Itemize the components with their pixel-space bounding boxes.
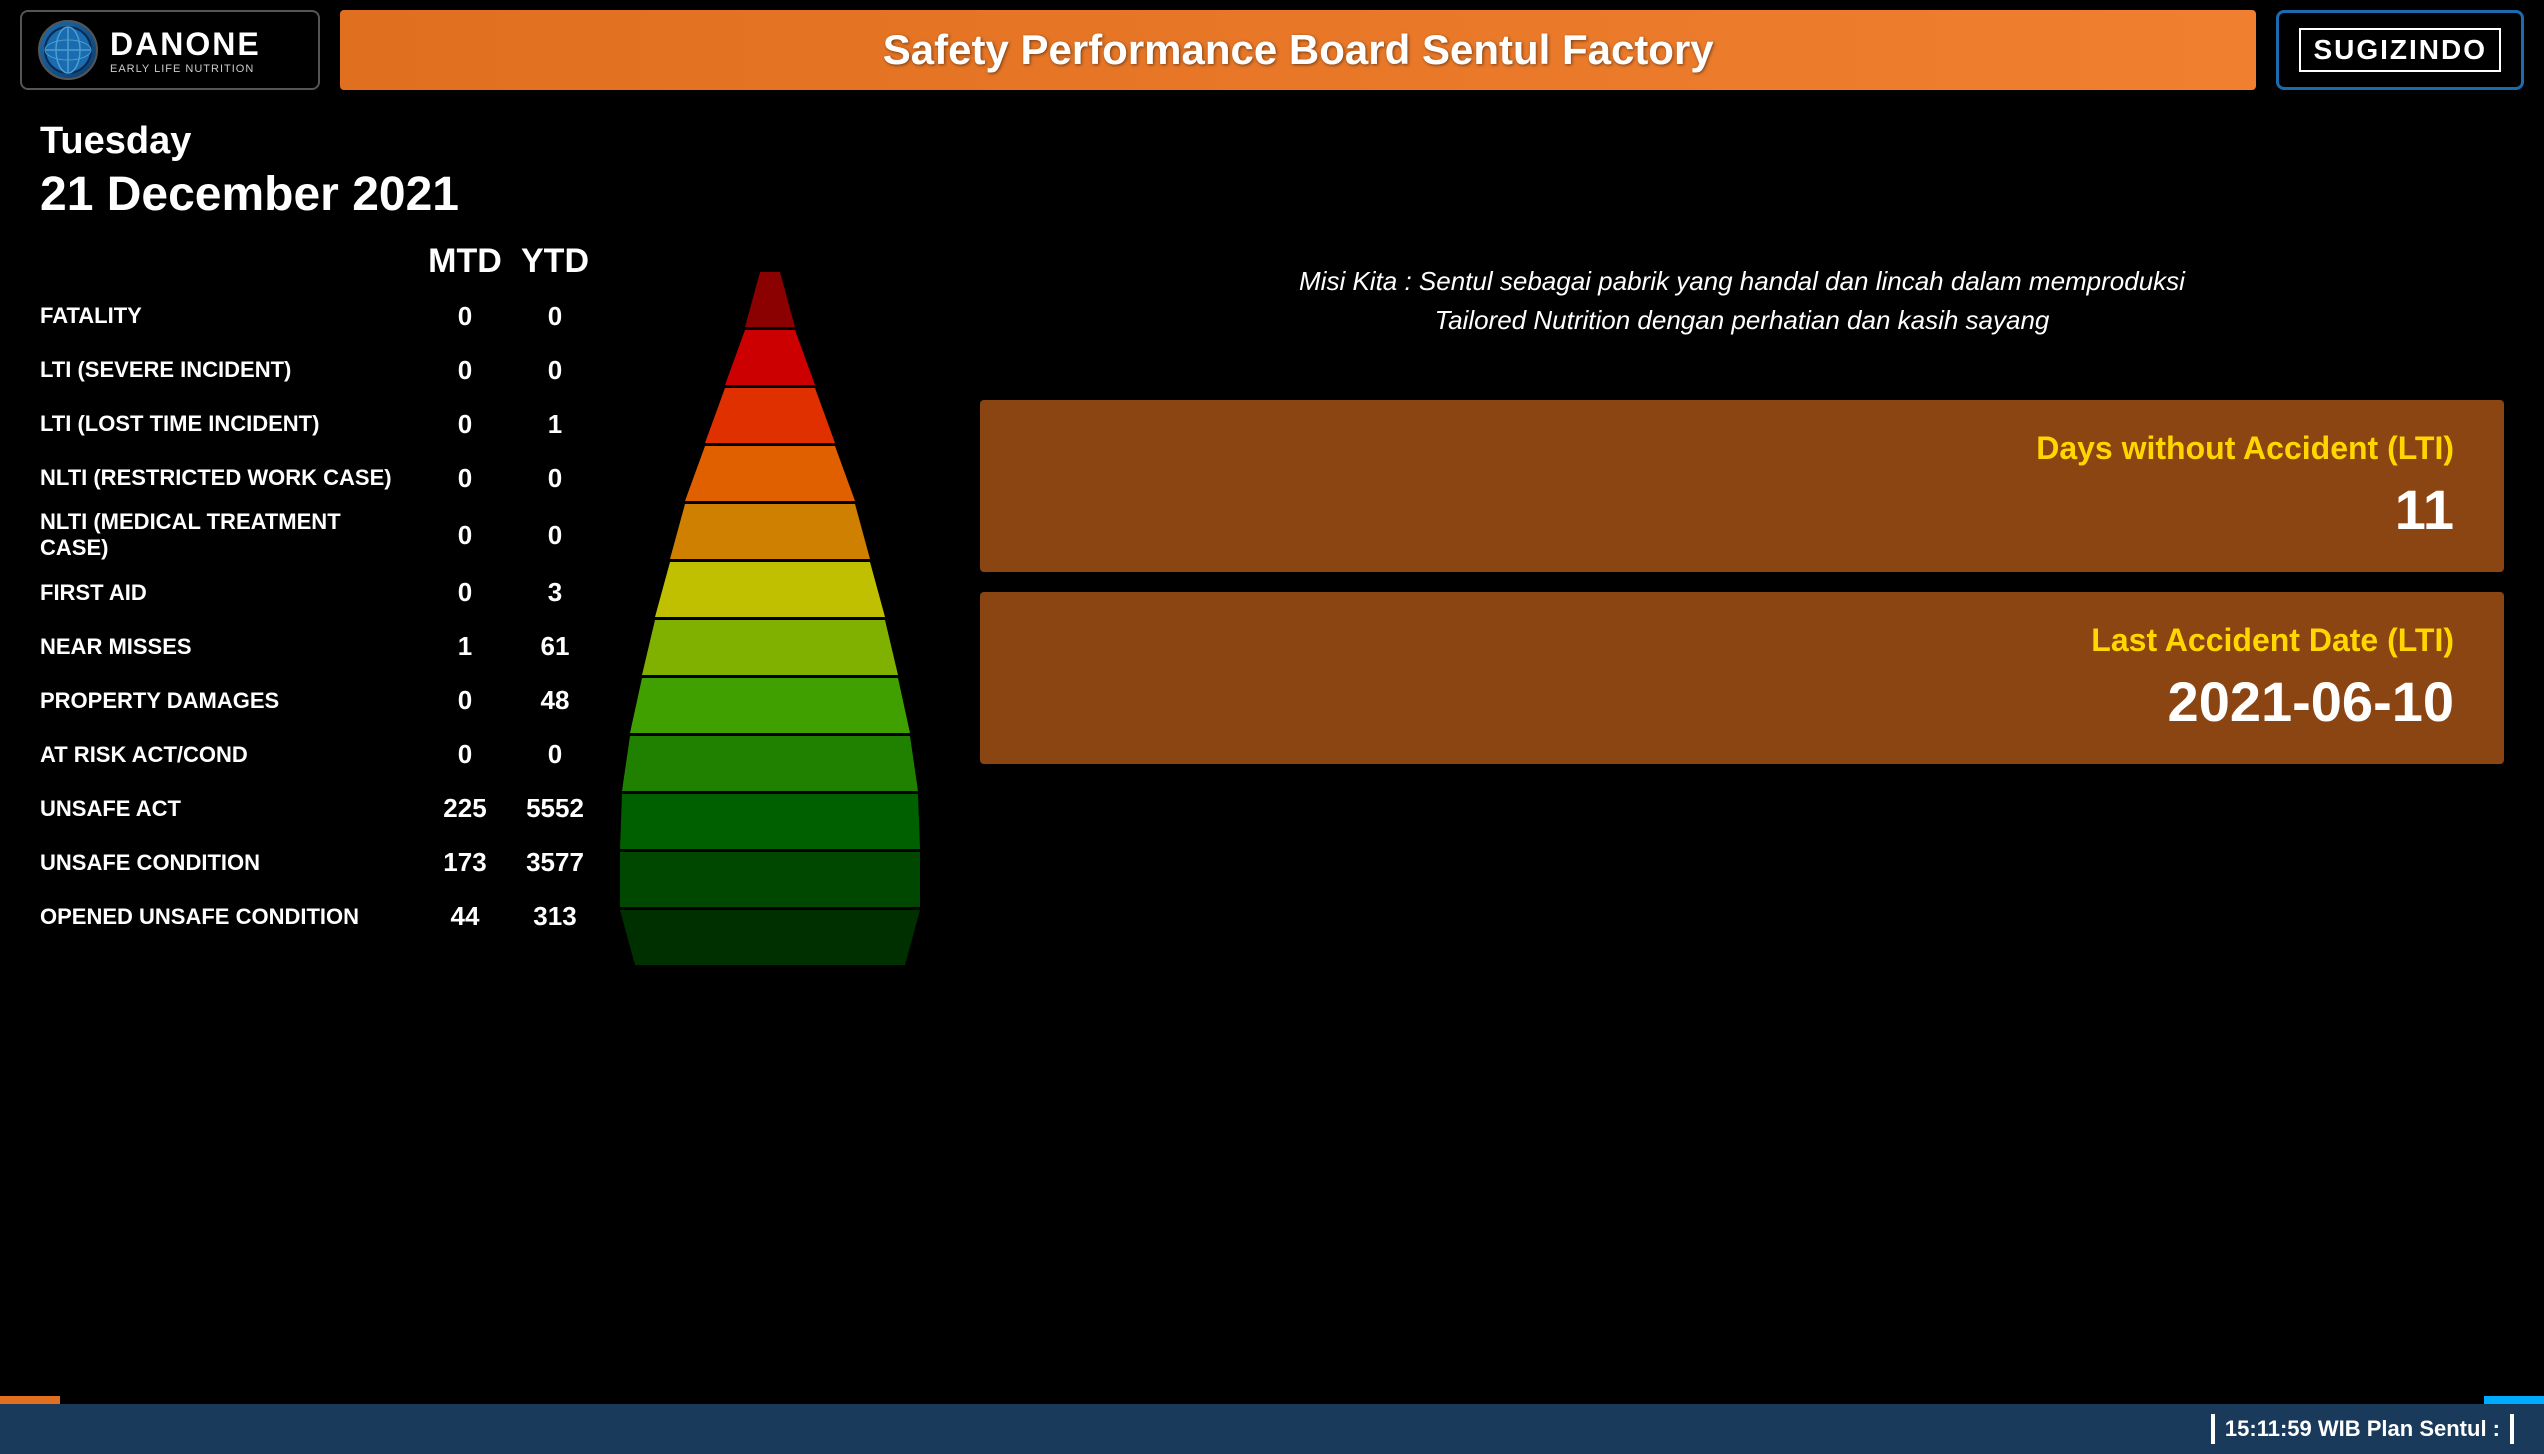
table-row: FIRST AID 0 3 (40, 566, 600, 620)
days-value: 11 (1030, 477, 2454, 542)
row-label: UNSAFE CONDITION (40, 850, 420, 876)
danone-subtitle: EARLY LIFE NUTRITION (110, 63, 261, 75)
row-mtd: 173 (420, 847, 510, 878)
row-ytd: 1 (510, 409, 600, 440)
stats-table: MTD YTD FATALITY 0 0 LTI (SEVERE INCIDEN… (40, 242, 600, 1396)
row-mtd: 1 (420, 631, 510, 662)
row-label: FIRST AID (40, 580, 420, 606)
row-ytd: 0 (510, 739, 600, 770)
last-acc-value: 2021-06-10 (1030, 669, 2454, 734)
row-ytd: 3577 (510, 847, 600, 878)
row-ytd: 61 (510, 631, 600, 662)
mission-text: Misi Kita : Sentul sebagai pabrik yang h… (980, 262, 2504, 340)
row-ytd: 313 (510, 901, 600, 932)
row-label: FATALITY (40, 303, 420, 329)
days-without-accident-card: Days without Accident (LTI) 11 (980, 400, 2504, 572)
page-title: Safety Performance Board Sentul Factory (883, 26, 1714, 74)
footer-time: 15:11:59 WIB Plan Sentul : (2225, 1416, 2500, 1442)
row-ytd: 0 (510, 355, 600, 386)
footer-divider-right (2510, 1414, 2514, 1444)
days-title: Days without Accident (LTI) (1030, 430, 2454, 467)
sugizindo-logo: SUGIZINDO (2276, 10, 2524, 90)
row-label: PROPERTY DAMAGES (40, 688, 420, 714)
table-row: PROPERTY DAMAGES 0 48 (40, 674, 600, 728)
page-title-banner: Safety Performance Board Sentul Factory (340, 10, 2256, 90)
row-label: NEAR MISSES (40, 634, 420, 660)
pyramid-chart (620, 272, 920, 1012)
row-ytd: 0 (510, 463, 600, 494)
stats-rows: FATALITY 0 0 LTI (SEVERE INCIDENT) 0 0 L… (40, 289, 600, 944)
row-label: OPENED UNSAFE CONDITION (40, 904, 420, 930)
danone-logo-text: DANONE EARLY LIFE NUTRITION (110, 26, 261, 75)
row-label: UNSAFE ACT (40, 796, 420, 822)
globe-icon (38, 20, 98, 80)
last-accident-card: Last Accident Date (LTI) 2021-06-10 (980, 592, 2504, 764)
right-section: Misi Kita : Sentul sebagai pabrik yang h… (940, 242, 2504, 1396)
date-section: Tuesday 21 December 2021 (0, 100, 2544, 232)
mission-line2: Tailored Nutrition dengan perhatian dan … (980, 301, 2504, 340)
table-row: AT RISK ACT/COND 0 0 (40, 728, 600, 782)
table-row: OPENED UNSAFE CONDITION 44 313 (40, 890, 600, 944)
row-mtd: 0 (420, 301, 510, 332)
row-mtd: 225 (420, 793, 510, 824)
day-of-week: Tuesday (40, 120, 2504, 163)
sugizindo-brand: SUGIZINDO (2299, 28, 2501, 72)
row-ytd: 5552 (510, 793, 600, 824)
row-label: LTI (LOST TIME INCIDENT) (40, 411, 420, 437)
col-mtd-header: MTD (420, 242, 510, 281)
row-label: NLTI (MEDICAL TREATMENT CASE) (40, 509, 420, 562)
row-ytd: 0 (510, 301, 600, 332)
row-mtd: 0 (420, 685, 510, 716)
full-date: 21 December 2021 (40, 167, 2504, 222)
table-row: UNSAFE ACT 225 5552 (40, 782, 600, 836)
main-content: MTD YTD FATALITY 0 0 LTI (SEVERE INCIDEN… (0, 232, 2544, 1406)
bottom-accent-right (2484, 1396, 2544, 1404)
pyramid-section (600, 242, 940, 1396)
stats-header: MTD YTD (50, 242, 600, 281)
bottom-accent-left (0, 1396, 60, 1404)
danone-brand: DANONE (110, 26, 261, 63)
row-label: LTI (SEVERE INCIDENT) (40, 357, 420, 383)
danone-logo: DANONE EARLY LIFE NUTRITION (20, 10, 320, 90)
table-row: NLTI (MEDICAL TREATMENT CASE) 0 0 (40, 505, 600, 566)
row-mtd: 44 (420, 901, 510, 932)
table-row: LTI (SEVERE INCIDENT) 0 0 (40, 343, 600, 397)
table-row: NLTI (RESTRICTED WORK CASE) 0 0 (40, 451, 600, 505)
last-acc-title: Last Accident Date (LTI) (1030, 622, 2454, 659)
info-cards: Days without Accident (LTI) 11 Last Acci… (980, 400, 2504, 764)
row-mtd: 0 (420, 355, 510, 386)
header: DANONE EARLY LIFE NUTRITION Safety Perfo… (0, 0, 2544, 100)
row-mtd: 0 (420, 739, 510, 770)
row-label: NLTI (RESTRICTED WORK CASE) (40, 465, 420, 491)
mission-line1: Misi Kita : Sentul sebagai pabrik yang h… (980, 262, 2504, 301)
table-row: LTI (LOST TIME INCIDENT) 0 1 (40, 397, 600, 451)
stats-header-empty (50, 242, 420, 281)
table-row: UNSAFE CONDITION 173 3577 (40, 836, 600, 890)
row-mtd: 0 (420, 520, 510, 551)
row-ytd: 48 (510, 685, 600, 716)
row-mtd: 0 (420, 409, 510, 440)
col-ytd-header: YTD (510, 242, 600, 281)
row-mtd: 0 (420, 577, 510, 608)
footer: 15:11:59 WIB Plan Sentul : (0, 1404, 2544, 1454)
row-ytd: 0 (510, 520, 600, 551)
footer-divider-left (2211, 1414, 2215, 1444)
row-ytd: 3 (510, 577, 600, 608)
row-mtd: 0 (420, 463, 510, 494)
table-row: NEAR MISSES 1 61 (40, 620, 600, 674)
row-label: AT RISK ACT/COND (40, 742, 420, 768)
table-row: FATALITY 0 0 (40, 289, 600, 343)
